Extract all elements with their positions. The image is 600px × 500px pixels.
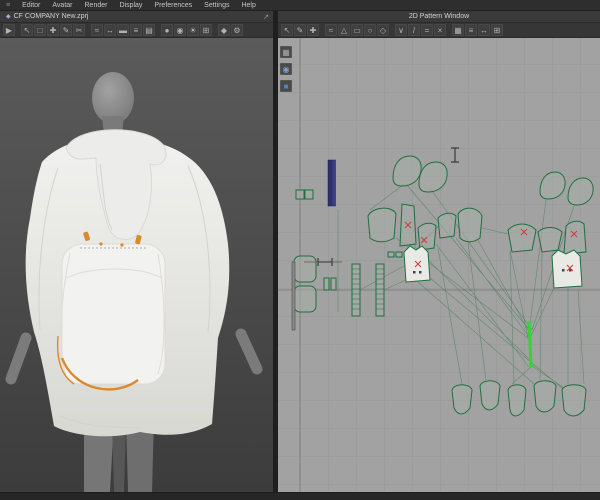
avatar-icon[interactable]: ●	[161, 24, 173, 36]
camera-icon[interactable]: ◉	[174, 24, 186, 36]
menu-avatar[interactable]: Avatar	[46, 0, 78, 11]
grid-icon[interactable]: ⊞	[200, 24, 212, 36]
pattern-piece-pocket-a[interactable]	[293, 255, 317, 283]
maximize-icon[interactable]: ↗	[263, 13, 269, 21]
pattern-piece-square-a[interactable]	[295, 189, 305, 200]
right-window-titlebar[interactable]: 2D Pattern Window	[278, 11, 600, 23]
pattern-piece-cuff-d[interactable]	[533, 380, 557, 413]
toolbar-row: ▶ ↖ □ ✚ ✎ ✂ ≈ ↔ ▬ ≡ ▤ ● ◉ ☀ ⊞ ◆ ⚙ ↖ ✎ ✚ ≈ △ ▭ ○ ◇ ∨ / = × ▦ ≡ ↔ ⊞	[0, 23, 600, 38]
transform-pattern-icon[interactable]: ↖	[281, 24, 293, 36]
application-window: ≡ Editor Avatar Render Display Preferences Se…	[0, 0, 600, 500]
menu-render[interactable]: Render	[79, 0, 114, 11]
edit-curvature-icon[interactable]: ≈	[325, 24, 337, 36]
measure-icon[interactable]: ↔	[104, 24, 116, 36]
menubar: ≡ Editor Avatar Render Display Preferences Se…	[0, 0, 600, 11]
toolbar-separator	[16, 24, 20, 36]
polygon-icon[interactable]: △	[338, 24, 350, 36]
pattern-piece-small-b[interactable]	[395, 251, 403, 258]
show-seam-icon[interactable]: ×	[434, 24, 446, 36]
pattern-piece-cuff-b[interactable]	[479, 380, 501, 411]
2d-pattern-viewport[interactable]: ▦ ◉ ■	[278, 38, 600, 492]
status-bar	[0, 492, 600, 500]
pattern-piece-sleeve-right[interactable]	[457, 207, 483, 243]
seam-segment-icon[interactable]: =	[421, 24, 433, 36]
seam-free-icon[interactable]: /	[408, 24, 420, 36]
pattern-piece-zipper-a[interactable]	[351, 263, 361, 317]
pattern-piece-back-a[interactable]	[507, 223, 537, 253]
left-window-titlebar[interactable]: ◆ CF COMPANY New.zprj ↗	[0, 11, 273, 23]
dart-icon[interactable]: ◇	[377, 24, 389, 36]
window-title-row: ◆ CF COMPANY New.zprj ↗ 2D Pattern Windo…	[0, 11, 600, 23]
menu-settings[interactable]: Settings	[198, 0, 235, 11]
toolbar-separator	[390, 24, 394, 36]
pattern-piece-panel-right[interactable]	[563, 220, 587, 255]
brush-icon[interactable]: ✎	[60, 24, 72, 36]
project-icon: ◆	[6, 14, 11, 20]
zoom-extents-icon[interactable]: ◉	[280, 63, 292, 75]
pattern-piece-cuff-c[interactable]	[507, 384, 527, 417]
light-icon[interactable]: ☀	[187, 24, 199, 36]
pattern-piece-vest-left[interactable]	[403, 245, 431, 283]
pattern-piece-thin-strip[interactable]	[291, 261, 296, 331]
circle-icon[interactable]: ○	[364, 24, 376, 36]
menubar-items: Editor Avatar Render Display Preferences Sett…	[16, 0, 262, 11]
box-select-icon[interactable]: □	[34, 24, 46, 36]
pattern-piece-cuff-e[interactable]	[561, 384, 587, 417]
fold-arrange-icon[interactable]: ▤	[143, 24, 155, 36]
backpack[interactable]	[56, 231, 166, 391]
add-point-icon[interactable]: ✚	[307, 24, 319, 36]
toolbar-separator	[213, 24, 217, 36]
3d-viewport[interactable]	[0, 38, 273, 492]
menu-preferences[interactable]: Preferences	[148, 0, 198, 11]
menu-editor[interactable]: Editor	[16, 0, 46, 11]
measure-2d-icon[interactable]: ↔	[478, 24, 490, 36]
left-window-title: CF COMPANY New.zprj	[13, 13, 89, 20]
scissors-icon[interactable]: ✂	[73, 24, 85, 36]
pattern-piece-body-b[interactable]	[417, 222, 437, 251]
grading-icon[interactable]: ≡	[465, 24, 477, 36]
rectangle-icon[interactable]: ▭	[351, 24, 363, 36]
right-window-title: 2D Pattern Window	[408, 13, 470, 20]
sync-2d3d-icon[interactable]: ■	[280, 80, 292, 92]
simulate-icon[interactable]: ▶	[3, 24, 15, 36]
select-move-icon[interactable]: ↖	[21, 24, 33, 36]
side-toolbar: ▦ ◉ ■	[280, 46, 292, 92]
pin-icon[interactable]: ✚	[47, 24, 59, 36]
render-icon[interactable]: ◆	[218, 24, 230, 36]
toolbar-separator	[86, 24, 90, 36]
menu-help[interactable]: Help	[235, 0, 261, 11]
toolbar-3d: ▶ ↖ □ ✚ ✎ ✂ ≈ ↔ ▬ ≡ ▤ ● ◉ ☀ ⊞ ◆ ⚙	[0, 23, 273, 38]
toolbar-2d: ↖ ✎ ✚ ≈ △ ▭ ○ ◇ ∨ / = × ▦ ≡ ↔ ⊞	[278, 23, 600, 38]
pattern-piece-square-b[interactable]	[304, 189, 314, 200]
pattern-piece-tab-b[interactable]	[330, 277, 337, 291]
pattern-piece-small-a[interactable]	[387, 251, 395, 258]
toolbar-separator	[320, 24, 324, 36]
edit-pattern-icon[interactable]: ✎	[294, 24, 306, 36]
pattern-piece-vest-right[interactable]	[551, 249, 583, 289]
pattern-piece-cuff-a[interactable]	[451, 384, 473, 415]
pattern-piece-pocket-b[interactable]	[293, 285, 317, 313]
menu-display[interactable]: Display	[113, 0, 148, 11]
settings-icon[interactable]: ⚙	[231, 24, 243, 36]
3d-viewport-canvas[interactable]	[0, 38, 273, 492]
view-cube-icon[interactable]: ▦	[280, 46, 292, 58]
pattern-piece-back-b[interactable]	[537, 227, 563, 253]
app-menu-icon[interactable]: ≡	[4, 0, 16, 11]
main-content: ▦ ◉ ■	[0, 38, 600, 492]
grid-snap-icon[interactable]: ⊞	[491, 24, 503, 36]
pattern-piece-navy-strip[interactable]	[327, 159, 336, 207]
pattern-piece-tab-a[interactable]	[323, 277, 330, 291]
2d-grid	[278, 38, 600, 492]
pattern-piece-zipper-b[interactable]	[375, 263, 385, 317]
texture-editor-icon[interactable]: ▦	[452, 24, 464, 36]
2d-pattern-canvas[interactable]	[278, 38, 600, 492]
pattern-piece-sleeve-left[interactable]	[367, 207, 397, 243]
sewing-icon[interactable]: ≈	[91, 24, 103, 36]
toolbar-separator	[156, 24, 160, 36]
tape-icon[interactable]: ▬	[117, 24, 129, 36]
zipper-icon[interactable]: ≡	[130, 24, 142, 36]
pattern-piece-panel-c[interactable]	[437, 212, 457, 239]
notch-icon[interactable]: ∨	[395, 24, 407, 36]
toolbar-separator	[447, 24, 451, 36]
